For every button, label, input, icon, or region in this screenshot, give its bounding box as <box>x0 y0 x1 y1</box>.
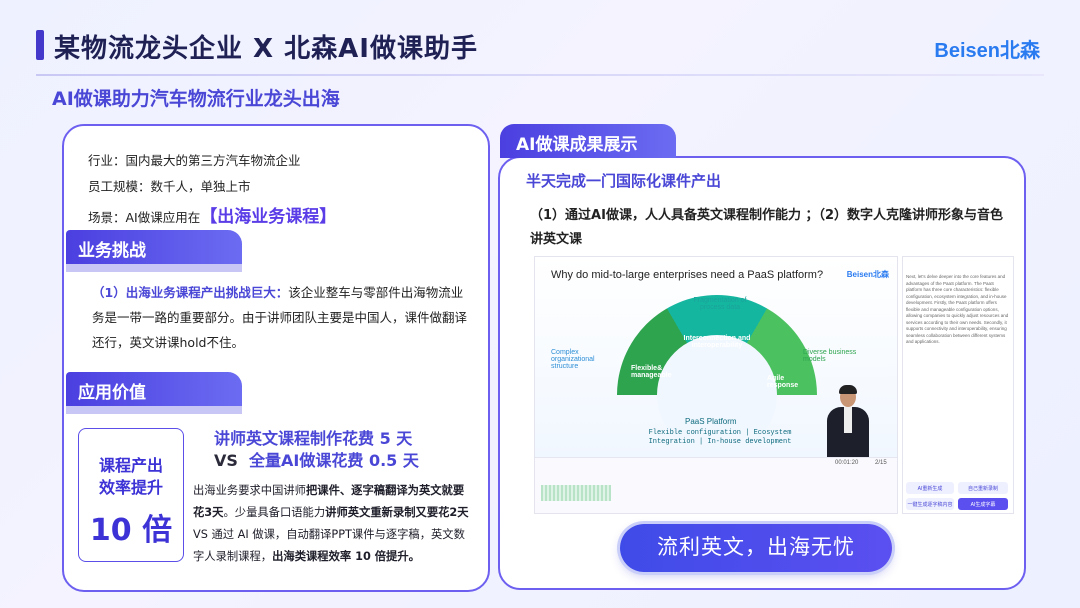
result-description: （1）通过AI做课，人人具备英文课程制作能力 ；（2）数字人克隆讲师形象与音色讲… <box>530 208 1004 247</box>
diverse-models-label: Diverse business models <box>803 349 857 363</box>
paas-platform-label: PaaS Platform <box>685 417 737 426</box>
efficiency-line2: 效率提升 <box>98 478 163 497</box>
scene-prefix: 场景：AI做课应用在 <box>88 210 201 225</box>
ai-regenerate-button[interactable]: AI重新生成 <box>906 482 954 494</box>
course-editor-screenshot: Why do mid-to-large enterprises need a P… <box>534 256 898 514</box>
digital-human-presenter <box>825 385 871 457</box>
transcript-text: Next, let's delve deeper into the core f… <box>906 274 1009 344</box>
self-record-button[interactable]: 自己重新录制 <box>958 482 1008 494</box>
slogan-button: 流利英文，出海无忧 <box>620 524 892 572</box>
compare-vs: VS <box>214 451 238 470</box>
challenge-text: （1）出海业务课程产出挑战巨大：该企业整车与零部件出海物流业务是一带一路的重要部… <box>92 280 472 355</box>
fragmentation-label: Fragmentation of process data <box>693 297 747 311</box>
paas-features: Flexible configuration | Ecosystem Integ… <box>648 429 792 446</box>
value-tag: 应用价值 <box>66 372 242 406</box>
agile-label: Agile response <box>767 375 799 389</box>
playback-time: 00:01:20 <box>835 460 859 466</box>
complex-structure-label: Complex organizational structure <box>551 349 595 370</box>
value-description: 出海业务要求中国讲师把课件、逐字稿翻译为英文就要花3天。少量具备口语能力讲师英文… <box>193 480 475 568</box>
value-text-2-bold: 讲师英文重新录制又要花2天 <box>325 506 469 519</box>
result-subtitle: 半天完成一门国际化课件产出 <box>526 172 722 190</box>
page-counter: 2/15 <box>875 460 887 466</box>
page-subtitle: AI做课助力汽车物流行业龙头出海 <box>52 88 340 110</box>
slide-title: Why do mid-to-large enterprises need a P… <box>551 269 824 281</box>
slide-logo: Beisen北森 <box>846 270 889 279</box>
compare-ai: 全量AI做课花费 0.5 天 <box>249 451 419 470</box>
ai-subtitle-button[interactable]: AI生成字幕 <box>958 498 1008 510</box>
value-text-3-bold: 出海类课程效率 10 倍提升。 <box>272 550 420 563</box>
employee-size-info: 员工规模：数千人，单独上市 <box>88 179 251 194</box>
result-tag: AI做课成果展示 <box>500 124 676 158</box>
beisen-logo: Beisen北森 <box>934 40 1040 62</box>
challenge-tag: 业务挑战 <box>66 230 242 264</box>
generate-transcript-button[interactable]: 一键生成逐字稿内容 <box>906 498 954 510</box>
efficiency-line1: 课程产出 <box>98 456 163 475</box>
efficiency-multiplier: 10 倍 <box>89 513 173 548</box>
challenge-lead: （1）出海业务课程产出挑战巨大： <box>92 285 289 300</box>
cost-comparison: 讲师英文课程制作花费 5 天 VS 全量AI做课花费 0.5 天 <box>214 428 419 472</box>
audio-waveform <box>541 485 611 501</box>
header-divider <box>36 74 1044 76</box>
scene-highlight: 【出海业务课程】 <box>200 207 337 227</box>
page-title: 某物流龙头企业 X 北森AI做课助手 <box>54 34 478 64</box>
value-text-1: 出海业务要求中国讲师 <box>193 484 306 497</box>
title-accent-bar <box>36 30 44 60</box>
value-text-2: 。少量具备口语能力 <box>223 506 326 519</box>
industry-info: 行业：国内最大的第三方汽车物流企业 <box>88 153 301 168</box>
interconnection-label: Interconnection and interoperability <box>683 335 751 349</box>
slide-preview: Why do mid-to-large enterprises need a P… <box>535 257 897 495</box>
compare-lecturer: 讲师英文课程制作花费 5 天 <box>214 429 413 448</box>
efficiency-box: 课程产出 效率提升 10 倍 <box>78 428 184 562</box>
flexible-label: Flexible& manageable <box>631 365 672 379</box>
scene-info: 场景：AI做课应用在【出海业务课程】 <box>88 202 336 227</box>
